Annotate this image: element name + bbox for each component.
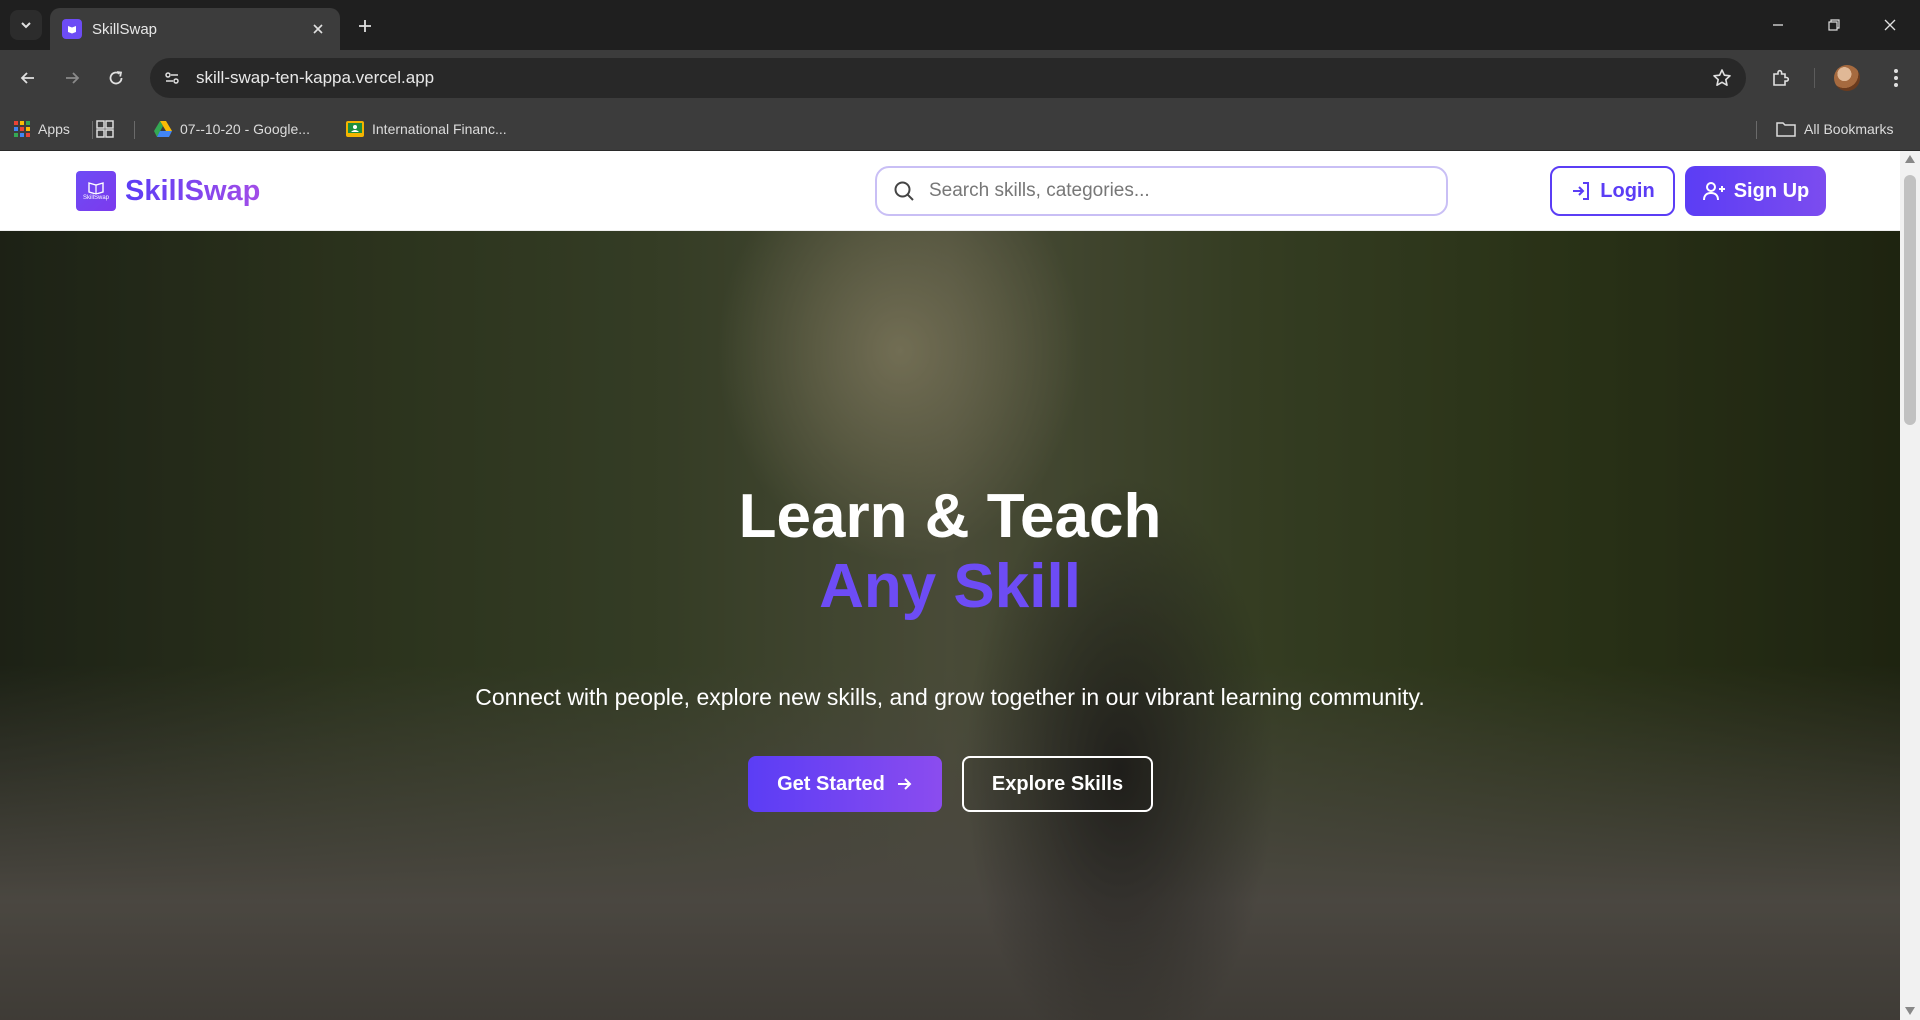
- bookmark-star-icon[interactable]: [1706, 62, 1738, 94]
- hero-section: Learn & Teach Any Skill Connect with peo…: [0, 231, 1900, 1020]
- bookmarks-bar: Apps 07--10-20 - Google... International…: [0, 107, 1920, 151]
- site-header: SkillSwap SkillSwap Login Sign Up: [0, 151, 1900, 231]
- browser-tab-active[interactable]: SkillSwap: [50, 8, 340, 50]
- bookmark-separator: [1756, 121, 1757, 139]
- apps-grid-icon: [14, 121, 30, 137]
- google-classroom-icon: [346, 121, 364, 137]
- kebab-menu-icon[interactable]: [1880, 62, 1912, 94]
- explore-skills-button[interactable]: Explore Skills: [962, 756, 1153, 812]
- bookmark-separator: [134, 121, 135, 139]
- bookmark-classroom[interactable]: International Financ...: [346, 117, 507, 141]
- tab-search-button[interactable]: [10, 10, 42, 40]
- bookmark-apps[interactable]: Apps: [14, 117, 70, 141]
- user-plus-icon: [1702, 180, 1726, 202]
- arrow-right-icon: [895, 775, 913, 793]
- reload-icon[interactable]: [100, 62, 132, 94]
- profile-avatar[interactable]: [1834, 65, 1860, 91]
- book-logo-icon: SkillSwap: [76, 171, 116, 211]
- restore-window-icon[interactable]: [1814, 10, 1854, 40]
- logo-mark-text: SkillSwap: [82, 194, 109, 201]
- site-search[interactable]: [875, 166, 1448, 216]
- address-bar[interactable]: skill-swap-ten-kappa.vercel.app: [150, 58, 1746, 98]
- scrollbar-thumb[interactable]: [1904, 175, 1916, 425]
- bookmark-separator: [92, 121, 93, 139]
- chevron-down-icon: [21, 22, 31, 29]
- brand-logo[interactable]: SkillSwap SkillSwap: [76, 171, 260, 211]
- get-started-label: Get Started: [777, 772, 885, 795]
- back-arrow-icon[interactable]: [12, 62, 44, 94]
- browser-toolbar: skill-swap-ten-kappa.vercel.app: [0, 50, 1920, 107]
- login-icon: [1570, 180, 1592, 202]
- page-scrollbar[interactable]: [1900, 151, 1920, 1020]
- minimize-window-icon[interactable]: [1758, 10, 1798, 40]
- scroll-up-arrow-icon[interactable]: [1905, 155, 1915, 163]
- new-tab-plus-icon[interactable]: [352, 13, 378, 39]
- login-label: Login: [1600, 179, 1655, 202]
- close-window-icon[interactable]: [1870, 10, 1910, 40]
- hero-subtitle: Connect with people, explore new skills,…: [475, 684, 1425, 710]
- tab-groups-grid-icon[interactable]: [96, 117, 114, 141]
- bookmark-label: Apps: [38, 121, 70, 137]
- page-viewport: SkillSwap SkillSwap Login Sign Up Lear: [0, 151, 1920, 1020]
- site-info-icon[interactable]: [160, 66, 184, 90]
- all-bookmarks-label: All Bookmarks: [1804, 121, 1894, 137]
- explore-skills-label: Explore Skills: [991, 772, 1124, 795]
- skillswap-favicon-icon: [62, 19, 82, 39]
- url-text[interactable]: skill-swap-ten-kappa.vercel.app: [196, 68, 1706, 88]
- signup-label: Sign Up: [1733, 179, 1810, 202]
- hero-title-line1: Learn & Teach: [738, 482, 1162, 551]
- brand-name: SkillSwap: [125, 174, 261, 207]
- search-input[interactable]: [929, 180, 1409, 202]
- login-button[interactable]: Login: [1550, 166, 1675, 216]
- forward-arrow-icon[interactable]: [56, 62, 88, 94]
- hero-title-line2: Any Skill: [819, 552, 1081, 621]
- browser-tab-bar: SkillSwap: [0, 0, 1920, 50]
- close-tab-icon[interactable]: [308, 19, 328, 39]
- search-icon: [891, 178, 917, 204]
- all-bookmarks-button[interactable]: All Bookmarks: [1776, 117, 1893, 141]
- tab-title: SkillSwap: [92, 20, 158, 38]
- scroll-down-arrow-icon[interactable]: [1905, 1007, 1915, 1015]
- bookmark-label: International Financ...: [372, 121, 507, 137]
- hero-content: Learn & Teach Any Skill Connect with peo…: [0, 231, 1900, 1020]
- toolbar-divider: [1814, 68, 1815, 88]
- bookmark-label: 07--10-20 - Google...: [180, 121, 310, 137]
- bookmark-google-drive[interactable]: 07--10-20 - Google...: [154, 117, 310, 141]
- signup-button[interactable]: Sign Up: [1685, 166, 1826, 216]
- folder-icon: [1776, 121, 1796, 137]
- get-started-button[interactable]: Get Started: [748, 756, 942, 812]
- google-drive-icon: [154, 121, 172, 137]
- extensions-puzzle-icon[interactable]: [1764, 62, 1796, 94]
